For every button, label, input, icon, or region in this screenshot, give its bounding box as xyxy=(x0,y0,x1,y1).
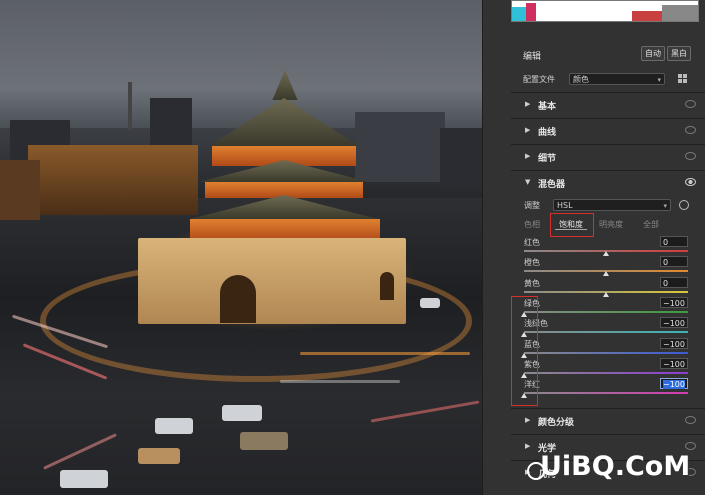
slider-value-field[interactable]: −100 xyxy=(660,317,688,329)
slider-value: −100 xyxy=(663,298,685,308)
car xyxy=(420,298,440,308)
slider-value-field[interactable]: −100 xyxy=(660,296,688,308)
section-name: 混色器 xyxy=(538,180,566,190)
slider-label: 红色 xyxy=(524,238,540,247)
auto-button[interactable]: 自动 xyxy=(641,46,665,61)
adjust-value: HSL xyxy=(557,201,573,210)
tab-hue[interactable]: 色相 xyxy=(524,219,540,230)
chevron-right-icon: ▶ xyxy=(525,100,531,108)
car xyxy=(240,432,288,450)
photo-canvas[interactable] xyxy=(0,0,482,495)
slider-value: 0 xyxy=(663,278,669,288)
light-trail xyxy=(370,400,480,423)
bw-button[interactable]: 黑白 xyxy=(667,46,691,61)
chevron-right-icon: ▶ xyxy=(525,416,531,424)
chevron-right-icon: ▶ xyxy=(525,126,531,134)
edit-title: 编辑 xyxy=(523,52,542,62)
section-curves[interactable]: ▶ 曲线 xyxy=(511,118,705,143)
slider-track[interactable] xyxy=(524,392,688,395)
lit-building xyxy=(28,145,198,215)
chevron-down-icon: ▼ xyxy=(525,178,531,186)
profile-label: 配置文件 xyxy=(523,75,555,84)
slider-value-field[interactable]: 0 xyxy=(660,276,688,288)
slider-thumb[interactable] xyxy=(603,291,609,297)
car xyxy=(222,405,262,421)
slider-value: −100 xyxy=(663,319,685,329)
active-tab-underline xyxy=(555,229,587,230)
section-basic[interactable]: ▶ 基本 xyxy=(511,92,705,117)
develop-panel: 编辑 自动 黑白 配置文件 颜色 ▾ ▶ 基本 ▶ 曲线 ▶ 细节 ▼ 混色器 … xyxy=(482,0,705,495)
eye-icon[interactable] xyxy=(685,178,696,186)
car xyxy=(60,470,108,488)
slider-value-field[interactable]: −100 xyxy=(660,378,688,390)
slider-value: 0 xyxy=(663,238,669,247)
section-name: 基本 xyxy=(538,102,557,112)
section-color-grading[interactable]: ▶ 颜色分级 xyxy=(511,408,705,433)
highlight-box-sliders xyxy=(511,296,538,406)
profile-browser-icon[interactable] xyxy=(678,74,687,83)
eye-icon[interactable] xyxy=(685,126,696,134)
eye-icon[interactable] xyxy=(685,416,696,424)
slider-value-field[interactable]: −100 xyxy=(660,337,688,349)
building xyxy=(440,128,482,188)
car xyxy=(138,448,180,464)
chevron-down-icon: ▾ xyxy=(663,202,667,210)
watermark-text: UiBQ.CoM xyxy=(540,451,691,482)
tab-all[interactable]: 全部 xyxy=(643,219,659,230)
highlight-box-tab xyxy=(550,213,594,237)
tower-arch xyxy=(220,275,256,323)
chevron-down-icon: ▾ xyxy=(657,76,661,84)
building xyxy=(0,160,40,220)
slider-label: 黄色 xyxy=(524,278,540,288)
slider-value: −100 xyxy=(663,380,685,390)
adjust-label: 调整 xyxy=(524,201,540,210)
slider-track[interactable] xyxy=(524,310,688,313)
slider-track[interactable] xyxy=(524,371,688,374)
slider-thumb[interactable] xyxy=(603,271,609,277)
radio-tower xyxy=(128,82,132,130)
profile-value: 颜色 xyxy=(573,75,589,84)
tab-luminance[interactable]: 明亮度 xyxy=(599,219,623,230)
tower-base xyxy=(138,238,406,324)
tower-top-roof xyxy=(209,98,359,146)
eye-icon[interactable] xyxy=(685,152,696,160)
light-trail xyxy=(280,380,400,383)
chevron-right-icon: ▶ xyxy=(525,442,531,450)
eye-icon[interactable] xyxy=(685,100,696,108)
light-trail xyxy=(43,433,117,470)
car xyxy=(155,418,193,434)
light-trail xyxy=(300,352,470,355)
slider-label: 橙色 xyxy=(524,258,540,268)
slider-value-field[interactable]: −100 xyxy=(660,357,688,369)
slider-thumb[interactable] xyxy=(603,251,609,256)
slider-track[interactable] xyxy=(524,331,688,334)
slider-value: 0 xyxy=(663,258,669,268)
eye-icon[interactable] xyxy=(685,442,696,450)
tower-lower-roof xyxy=(189,195,379,219)
section-color-mixer[interactable]: ▼ 混色器 xyxy=(511,170,705,195)
profile-select[interactable]: 颜色 ▾ xyxy=(569,73,665,85)
section-name: 细节 xyxy=(538,154,557,164)
histogram-gray xyxy=(662,5,698,21)
tower-side-arch xyxy=(380,272,394,300)
slider-value: −100 xyxy=(663,339,685,349)
histogram xyxy=(511,0,699,22)
section-detail[interactable]: ▶ 细节 xyxy=(511,144,705,169)
target-adjust-icon[interactable] xyxy=(679,200,689,210)
tower-spire xyxy=(272,70,298,100)
slider-track[interactable] xyxy=(524,351,688,354)
building xyxy=(355,112,445,182)
histogram-magenta xyxy=(526,3,536,21)
section-name: 曲线 xyxy=(538,128,557,138)
adjust-select[interactable]: HSL ▾ xyxy=(553,199,671,211)
slider-value-field[interactable]: 0 xyxy=(660,256,688,268)
section-name: 颜色分级 xyxy=(538,418,575,428)
slider-value: −100 xyxy=(663,359,685,369)
chevron-right-icon: ▶ xyxy=(525,152,531,160)
slider-value-field[interactable]: 0 xyxy=(660,236,688,247)
